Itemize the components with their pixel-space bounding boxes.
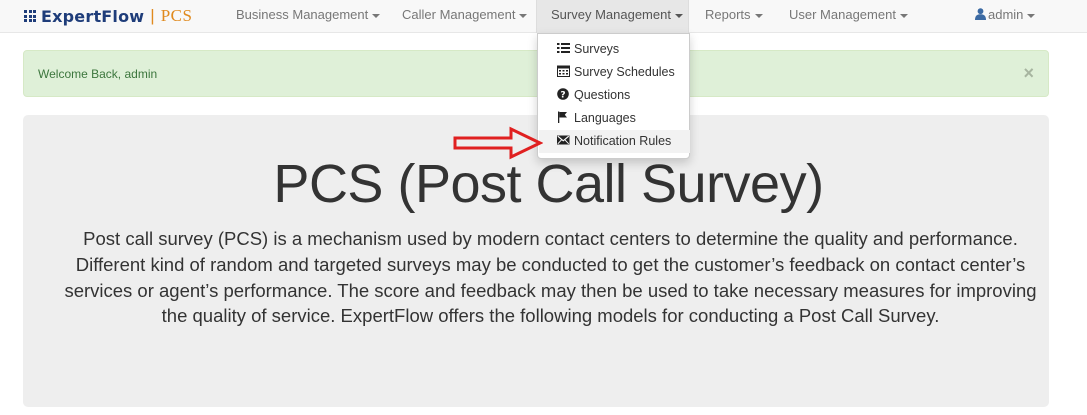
nav-user-management[interactable]: User Management [775,0,922,33]
menu-item-label: Questions [574,88,631,102]
close-icon[interactable]: × [1023,63,1034,84]
nav-survey-management[interactable]: Survey Management [536,0,689,33]
annotation-arrow-icon [453,126,543,160]
nav-user-menu[interactable]: admin [961,0,1049,33]
top-navbar: ExpertFlow | PCS Business Management Cal… [0,0,1087,33]
caret-down-icon [754,13,763,18]
logo-grid-icon [24,10,36,22]
welcome-alert: Welcome Back, admin × [23,50,1049,97]
menu-item-label: Survey Schedules [574,65,675,79]
envelope-icon [557,135,570,145]
svg-text:?: ? [560,90,565,100]
survey-management-dropdown: Surveys Survey Schedules ? Questions Lan… [537,33,690,159]
nav-label: Survey Management [551,7,671,22]
brand-logo[interactable]: ExpertFlow | PCS [24,6,192,26]
caret-down-icon [372,13,381,18]
menu-item-notification-rules[interactable]: Notification Rules [539,130,690,153]
brand-name: ExpertFlow [41,6,145,26]
page-title: PCS (Post Call Survey) [273,154,824,214]
nav-label: User Management [789,7,896,22]
nav-caller-management[interactable]: Caller Management [388,0,541,33]
nav-label: Caller Management [402,7,516,22]
caret-down-icon [899,13,908,18]
brand-separator: | [150,6,155,25]
flag-icon [558,111,567,123]
list-icon [557,43,570,53]
nav-user-label: admin [988,7,1024,22]
menu-item-label: Languages [574,111,636,125]
nav-reports[interactable]: Reports [691,0,777,33]
page-description: Post call survey (PCS) is a mechanism us… [64,228,1037,327]
caret-down-icon [674,13,683,18]
user-icon [975,8,986,20]
menu-item-label: Notification Rules [574,134,672,148]
calendar-icon [557,65,570,77]
menu-item-languages[interactable]: Languages [539,107,690,130]
brand-product: PCS [160,6,193,25]
menu-item-questions[interactable]: ? Questions [539,84,690,107]
caret-down-icon [519,13,528,18]
menu-item-surveys[interactable]: Surveys [539,38,690,61]
menu-item-survey-schedules[interactable]: Survey Schedules [539,61,690,84]
alert-message: Welcome Back, admin [38,67,158,81]
nav-label: Business Management [236,7,369,22]
nav-label: Reports [705,7,751,22]
caret-down-icon [1027,13,1036,18]
nav-business-management[interactable]: Business Management [222,0,394,33]
question-circle-icon: ? [557,88,569,100]
menu-item-label: Surveys [574,42,620,56]
